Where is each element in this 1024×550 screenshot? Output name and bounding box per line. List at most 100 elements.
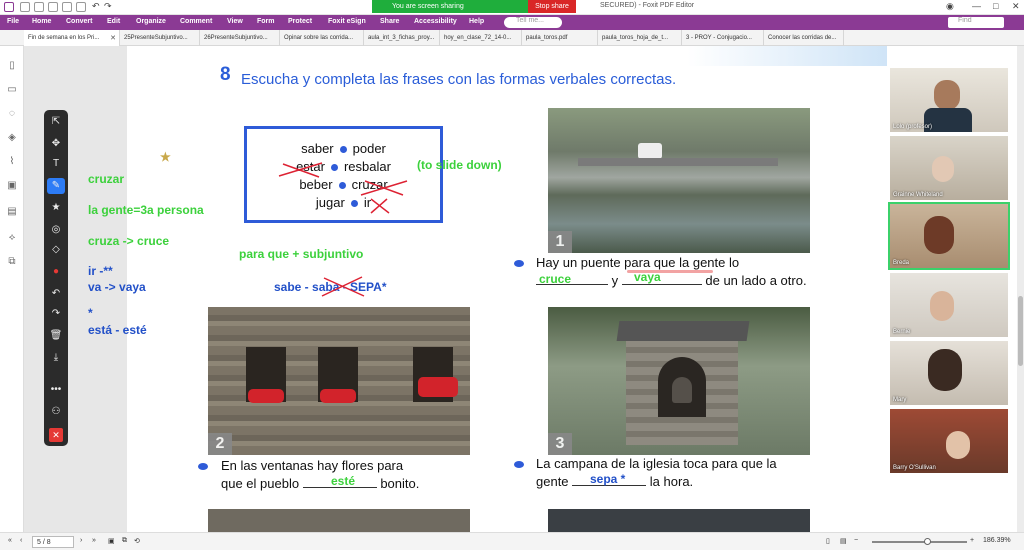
menu-file[interactable]: File — [7, 18, 19, 25]
print-icon[interactable] — [48, 2, 58, 12]
answer-cruce[interactable]: cruce — [539, 272, 571, 286]
tell-me-input[interactable]: Tell me... — [504, 17, 562, 28]
vertical-scrollbar[interactable] — [1017, 46, 1024, 532]
pen-icon[interactable]: ✎ — [47, 178, 65, 194]
tab-doc-6[interactable]: hoy_en_clase_72_14-0... — [440, 30, 522, 46]
menu-foxit-esign[interactable]: Foxit eSign — [328, 18, 366, 25]
answer-sepa[interactable]: sepa * — [590, 472, 625, 486]
menu-accessibility[interactable]: Accessibility — [414, 18, 457, 25]
find-input[interactable]: Find — [948, 17, 1004, 28]
annotation-va-vaya[interactable]: va -> vaya — [88, 280, 146, 294]
next-page-icon[interactable]: › — [80, 537, 82, 544]
menu-share[interactable]: Share — [380, 18, 399, 25]
save-icon[interactable] — [34, 2, 44, 12]
zoom-out-icon[interactable]: − — [854, 537, 858, 544]
maximize-icon[interactable]: □ — [993, 1, 998, 11]
answer-vaya[interactable]: vaya — [634, 270, 661, 284]
undo-draw-icon[interactable]: ↶ — [44, 286, 68, 302]
participant-video[interactable]: Lolo (profesor) — [890, 68, 1008, 132]
menu-organize[interactable]: Organize — [136, 18, 166, 25]
save-draw-icon[interactable]: ⤓ — [44, 350, 68, 366]
participant-video[interactable]: Grainne Whiteland — [890, 136, 1008, 200]
tab-doc-1[interactable]: Fin de semana en los Pri... ✕ — [24, 30, 120, 46]
participant-video-active[interactable]: Breda — [888, 202, 1010, 270]
tab-doc-9[interactable]: 3 - PROY - Conjugacio... — [682, 30, 764, 46]
spotlight-icon[interactable]: ◎ — [44, 222, 68, 238]
prev-page-icon[interactable]: ‹ — [20, 537, 22, 544]
zoom-slider[interactable] — [872, 541, 967, 543]
new-icon[interactable] — [62, 2, 72, 12]
eraser-icon[interactable]: ◇ — [44, 242, 68, 258]
tab-doc-10[interactable]: Conocer las corridas de... — [764, 30, 844, 46]
first-page-icon[interactable]: « — [8, 537, 12, 544]
annotation-para-que[interactable]: para que + subjuntivo — [239, 247, 363, 261]
color-picker-icon[interactable]: ● — [44, 264, 68, 280]
delete-icon[interactable]: 🗑 — [44, 328, 68, 344]
participant-video[interactable]: Barry O'Sullivan — [890, 409, 1008, 473]
minimize-icon[interactable]: — — [972, 1, 981, 11]
tab-doc-2[interactable]: 25PresenteSubjuntivo... — [120, 30, 200, 46]
menu-form[interactable]: Form — [257, 18, 275, 25]
continuous-icon[interactable]: ▤ — [840, 537, 847, 545]
fields-icon[interactable]: ⟡ — [6, 232, 18, 244]
annotation-la-gente[interactable]: la gente=3a persona — [88, 203, 204, 217]
hand-tool-icon[interactable] — [76, 2, 86, 12]
close-toolbar-icon[interactable]: ✕ — [49, 428, 63, 442]
menu-help[interactable]: Help — [469, 18, 484, 25]
scroll-thumb[interactable] — [1018, 296, 1023, 366]
layers-icon[interactable]: ◈ — [6, 132, 18, 144]
menu-protect[interactable]: Protect — [288, 18, 312, 25]
menu-home[interactable]: Home — [32, 18, 51, 25]
attachments-icon[interactable]: ⌇ — [6, 156, 18, 168]
bookmark-icon[interactable]: ▯ — [6, 60, 18, 72]
close-icon[interactable]: ✕ — [1012, 1, 1020, 12]
stop-share-button[interactable]: Stop share — [528, 0, 576, 13]
participants-icon[interactable]: ⚇ — [44, 404, 68, 420]
annotation-cruza-cruce[interactable]: cruza -> cruce — [88, 234, 169, 248]
stamp-star-icon[interactable]: ★ — [44, 200, 68, 216]
participant-video[interactable]: Mary — [890, 341, 1008, 405]
zoom-level[interactable]: 186.39% — [983, 537, 1011, 544]
fit-page-icon[interactable]: ⧉ — [122, 537, 127, 545]
answer-este[interactable]: esté — [331, 474, 355, 488]
redo-draw-icon[interactable]: ↷ — [44, 306, 68, 322]
zoom-in-icon[interactable]: + — [970, 537, 974, 544]
menu-edit[interactable]: Edit — [107, 18, 120, 25]
tab-doc-4[interactable]: Opinar sobre las corrida... — [280, 30, 364, 46]
close-tab-icon[interactable]: ✕ — [110, 34, 116, 42]
open-file-icon[interactable] — [20, 2, 30, 12]
annotation-to-slide-down[interactable]: (to slide down) — [417, 158, 502, 172]
rotate-icon[interactable]: ⟲ — [134, 537, 140, 545]
more-icon[interactable]: ••• — [44, 382, 68, 398]
single-page-icon[interactable]: ▯ — [826, 537, 830, 545]
security-icon[interactable]: ▣ — [6, 180, 18, 192]
tab-doc-5[interactable]: aula_int_3_fichas_proy... — [364, 30, 440, 46]
account-icon[interactable]: ◉ — [946, 1, 954, 12]
tab-doc-7[interactable]: paula_toros.pdf — [522, 30, 598, 46]
annotation-cruzar[interactable]: cruzar — [88, 172, 124, 186]
last-page-icon[interactable]: » — [92, 537, 96, 544]
redo-icon[interactable]: ↷ — [104, 1, 112, 12]
zoom-slider-knob[interactable] — [924, 538, 931, 545]
annotation-ir[interactable]: ir -** — [88, 264, 113, 278]
flowers-image — [320, 389, 356, 403]
participant-video[interactable]: Bernie — [890, 273, 1008, 337]
menu-comment[interactable]: Comment — [180, 18, 212, 25]
comments-icon[interactable]: ◌ — [6, 108, 18, 120]
undo-icon[interactable]: ↶ — [92, 1, 100, 12]
select-icon[interactable]: ⇱ — [44, 114, 68, 130]
tab-doc-8[interactable]: paula_toros_hoja_de_t... — [598, 30, 682, 46]
page-number-input[interactable]: 5 / 8 — [32, 536, 74, 548]
text-icon[interactable]: T — [44, 156, 68, 172]
menu-convert[interactable]: Convert — [66, 18, 92, 25]
strike-saba — [321, 276, 365, 297]
move-icon[interactable]: ✥ — [44, 136, 68, 152]
save-page-icon[interactable]: ▣ — [108, 537, 115, 545]
tab-doc-3[interactable]: 26PresenteSubjuntivo... — [200, 30, 280, 46]
annotation-esta-este[interactable]: está - esté — [88, 323, 147, 337]
tags-icon[interactable]: ⧉ — [6, 256, 18, 268]
menu-view[interactable]: View — [227, 18, 243, 25]
annotation-star[interactable]: * — [88, 306, 93, 320]
signature-icon[interactable]: ▤ — [6, 206, 18, 218]
thumbnails-icon[interactable]: ▭ — [6, 84, 18, 96]
